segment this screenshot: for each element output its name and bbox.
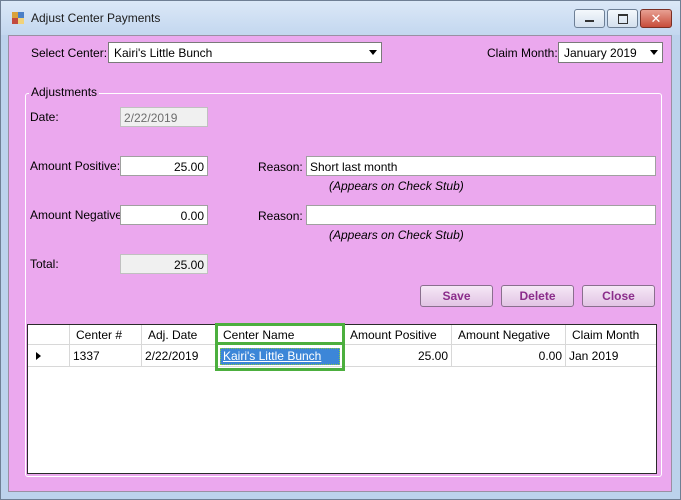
reason-positive-field[interactable]: Short last month xyxy=(306,156,656,176)
cell-claim-month[interactable]: Jan 2019 xyxy=(566,345,656,367)
title-bar[interactable]: Adjust Center Payments ✕ xyxy=(1,1,680,35)
chevron-down-icon xyxy=(369,50,377,55)
save-button[interactable]: Save xyxy=(420,285,493,307)
window-title: Adjust Center Payments xyxy=(31,11,161,25)
amount-positive-field[interactable]: 25.00 xyxy=(120,156,208,176)
column-header-amount-positive[interactable]: Amount Positive xyxy=(344,325,452,345)
reason-negative-label: Reason: xyxy=(258,209,303,223)
date-value: 2/22/2019 xyxy=(124,111,178,125)
amount-positive-value: 25.00 xyxy=(173,160,204,174)
amount-negative-field[interactable]: 0.00 xyxy=(120,205,208,225)
window: Adjust Center Payments ✕ Select Center: … xyxy=(0,0,681,500)
total-field: 25.00 xyxy=(120,254,208,274)
amount-negative-value: 0.00 xyxy=(180,209,204,223)
chevron-down-icon xyxy=(650,50,658,55)
date-field: 2/22/2019 xyxy=(120,107,208,127)
column-header-amount-negative[interactable]: Amount Negative xyxy=(452,325,566,345)
total-value: 25.00 xyxy=(173,258,204,272)
select-center-value: Kairi's Little Bunch xyxy=(114,46,213,60)
check-stub-note-positive: (Appears on Check Stub) xyxy=(329,179,464,193)
claim-month-dropdown[interactable]: January 2019 xyxy=(558,42,663,63)
column-header-center-num[interactable]: Center # xyxy=(70,325,142,345)
column-header-claim-month[interactable]: Claim Month xyxy=(566,325,656,345)
delete-button[interactable]: Delete xyxy=(501,285,574,307)
cell-center-name-link[interactable]: Kairi's Little Bunch xyxy=(220,348,340,365)
cell-adj-date[interactable]: 2/22/2019 xyxy=(142,345,217,367)
total-label: Total: xyxy=(30,257,59,271)
cell-center-num[interactable]: 1337 xyxy=(70,345,142,367)
reason-negative-field[interactable] xyxy=(306,205,656,225)
claim-month-label: Claim Month: xyxy=(487,46,558,60)
maximize-button[interactable] xyxy=(607,9,638,28)
amount-positive-label: Amount Positive: xyxy=(30,159,121,173)
row-header-corner xyxy=(28,325,70,345)
select-center-dropdown[interactable]: Kairi's Little Bunch xyxy=(108,42,382,63)
form-client-area: Select Center: Kairi's Little Bunch Clai… xyxy=(8,35,672,492)
center-name-cell-highlight[interactable]: Kairi's Little Bunch xyxy=(215,342,345,371)
cell-amount-positive[interactable]: 25.00 xyxy=(344,345,452,367)
amount-negative-label: Amount Negative: xyxy=(30,208,126,222)
reason-positive-value: Short last month xyxy=(310,160,398,174)
reason-positive-label: Reason: xyxy=(258,160,303,174)
column-header-adj-date[interactable]: Adj. Date xyxy=(142,325,217,345)
adjustments-grid[interactable]: Center # Adj. Date Center Name Amount Po… xyxy=(27,323,657,474)
adjustments-group-title: Adjustments xyxy=(29,85,100,99)
app-icon xyxy=(12,12,24,24)
row-selector-arrow-icon[interactable] xyxy=(28,345,70,367)
close-icon: ✕ xyxy=(650,11,662,26)
cell-amount-negative[interactable]: 0.00 xyxy=(452,345,566,367)
select-center-label: Select Center: xyxy=(31,46,108,60)
date-label: Date: xyxy=(30,110,59,124)
claim-month-value: January 2019 xyxy=(564,46,637,60)
check-stub-note-negative: (Appears on Check Stub) xyxy=(329,228,464,242)
close-window-button[interactable]: ✕ xyxy=(640,9,672,28)
minimize-button[interactable] xyxy=(574,9,605,28)
close-button[interactable]: Close xyxy=(582,285,655,307)
